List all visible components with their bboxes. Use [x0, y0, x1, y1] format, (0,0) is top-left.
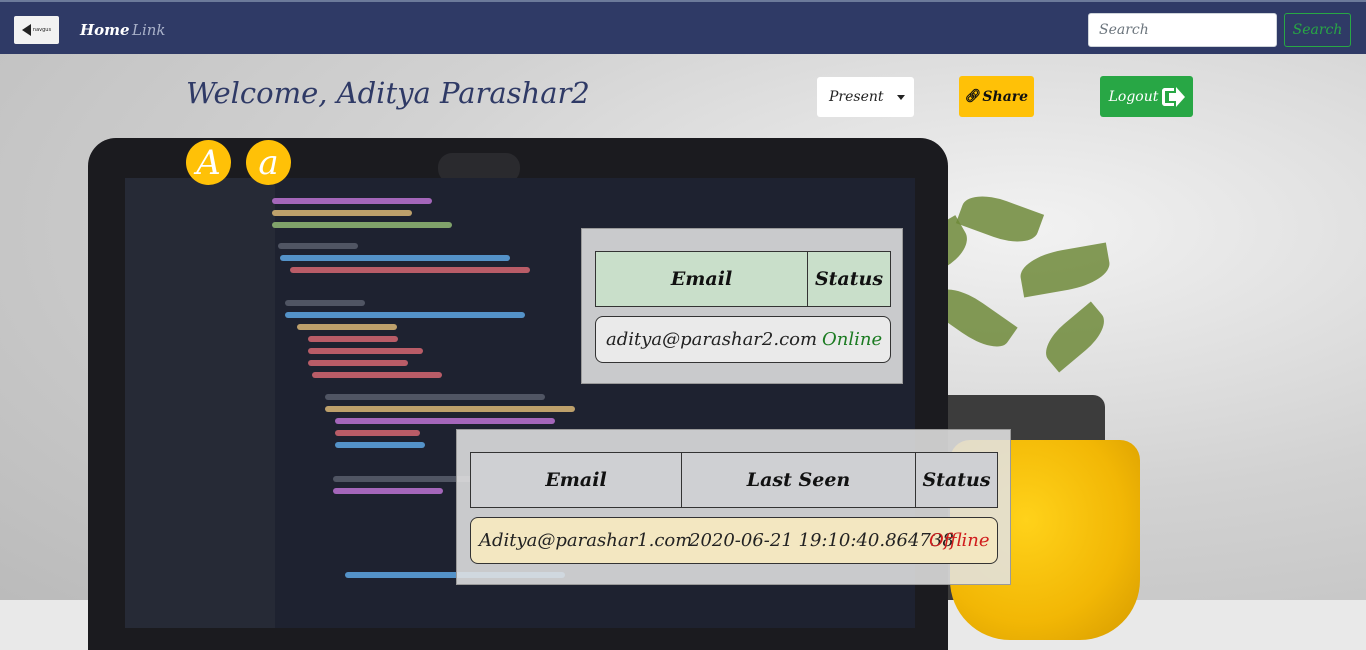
row-email: Aditya@parashar1.com [479, 530, 693, 551]
share-label: Share [982, 88, 1029, 105]
offline-table-header: Email Last Seen Status [470, 452, 998, 508]
code-line [285, 312, 525, 318]
brand-arrow-icon [21, 24, 31, 36]
code-line [325, 406, 575, 412]
code-line [333, 488, 443, 494]
code-line [285, 300, 365, 306]
code-line [325, 394, 545, 400]
decrease-font-button[interactable]: a [246, 140, 291, 185]
caret-down-icon [897, 95, 905, 100]
code-line [312, 372, 442, 378]
code-line [297, 324, 397, 330]
logout-label: Logout [1108, 88, 1159, 105]
code-line [335, 418, 555, 424]
share-button[interactable]: 🔗︎ Share [959, 76, 1034, 117]
column-header-status: Status [814, 268, 884, 290]
column-header-email: Email [471, 453, 682, 507]
presence-select[interactable]: Present [817, 77, 914, 117]
row-status: Online [822, 329, 883, 350]
sign-out-icon [1162, 86, 1186, 108]
link-icon: 🔗︎ [964, 89, 982, 104]
logout-button[interactable]: Logout [1100, 76, 1193, 117]
code-line [308, 348, 423, 354]
column-header-email: Email [596, 252, 808, 306]
row-email: aditya@parashar2.com [606, 329, 818, 350]
code-line [272, 198, 432, 204]
online-users-panel: Email Status aditya@parashar2.com Online [581, 228, 903, 384]
laptop-file-tree [125, 178, 275, 628]
top-navbar: navgus Home Link Search [0, 0, 1366, 54]
nav-link-link[interactable]: Link [132, 21, 166, 39]
table-row[interactable]: Aditya@parashar1.com 2020-06-21 19:10:40… [470, 517, 998, 564]
increase-font-button[interactable]: A [186, 140, 231, 185]
brand-text: navgus [32, 27, 52, 33]
online-table-header: Email Status [595, 251, 891, 307]
search-input[interactable] [1088, 13, 1277, 47]
code-line [335, 442, 425, 448]
code-line [335, 430, 420, 436]
presence-selected-value: Present [829, 89, 884, 105]
code-line [308, 360, 408, 366]
code-line [272, 222, 452, 228]
search-button[interactable]: Search [1284, 13, 1351, 47]
nav-home-link[interactable]: Home [80, 21, 130, 39]
brand-logo[interactable]: navgus [14, 16, 59, 44]
welcome-heading: Welcome, Aditya Parashar2 [186, 76, 590, 110]
column-header-status: Status [922, 469, 991, 491]
column-header-last-seen: Last Seen [682, 453, 916, 507]
code-line [280, 255, 510, 261]
row-last-seen: 2020-06-21 19:10:40.864738 [689, 530, 954, 551]
code-line [272, 210, 412, 216]
code-line [290, 267, 530, 273]
offline-users-panel: Email Last Seen Status Aditya@parashar1.… [456, 429, 1011, 585]
table-row[interactable]: aditya@parashar2.com Online [595, 316, 891, 363]
row-status: Offline [929, 530, 990, 551]
code-line [278, 243, 358, 249]
code-line [308, 336, 398, 342]
